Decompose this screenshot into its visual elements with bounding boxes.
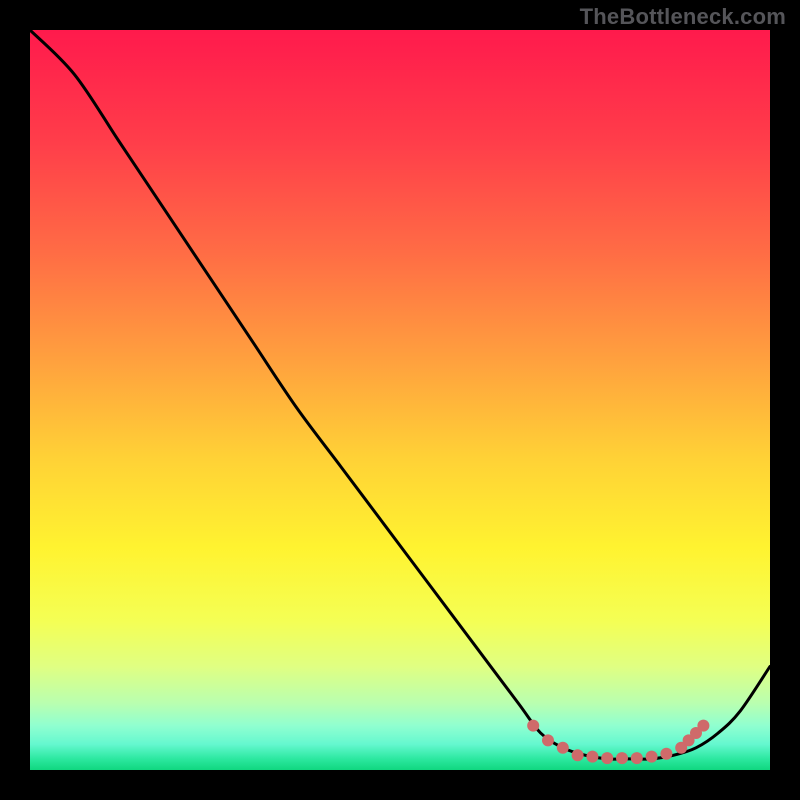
marker-point (660, 748, 672, 760)
marker-point (586, 751, 598, 763)
watermark-text: TheBottleneck.com (580, 4, 786, 30)
chart-frame: TheBottleneck.com (0, 0, 800, 800)
marker-point (557, 742, 569, 754)
marker-point (697, 720, 709, 732)
bottleneck-curve (30, 30, 770, 759)
marker-point (542, 734, 554, 746)
marker-point (601, 752, 613, 764)
plot-area (30, 30, 770, 770)
curve-layer (30, 30, 770, 770)
marker-point (572, 749, 584, 761)
marker-point (527, 720, 539, 732)
marker-point (646, 751, 658, 763)
marker-point (616, 752, 628, 764)
marker-point (631, 752, 643, 764)
